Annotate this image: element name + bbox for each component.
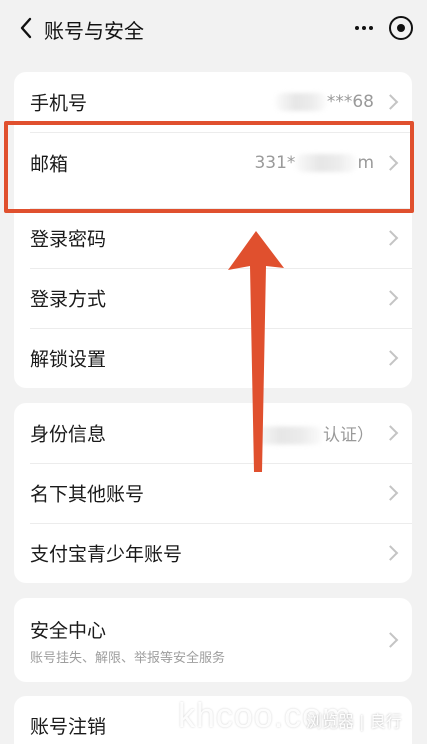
arrow-shape [228,231,284,472]
annotation-arrow [228,231,284,472]
watermark-secondary: 浏览器 | 良行 [306,712,402,731]
